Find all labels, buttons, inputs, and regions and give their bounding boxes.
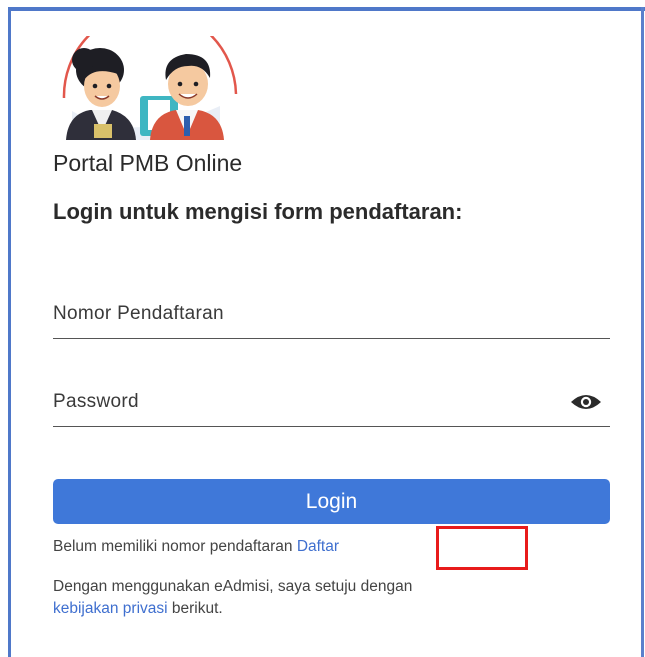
window-frame-right [641,7,644,657]
privacy-policy-link[interactable]: kebijakan privasi [53,600,168,617]
password-input[interactable] [53,382,553,422]
register-link[interactable]: Daftar [297,538,339,555]
register-prompt-text: Belum memiliki nomor pendaftaran [53,538,293,555]
register-link-highlight [436,526,528,570]
form-instruction: Login untuk mengisi form pendaftaran: [53,199,463,224]
consent-statement: Dengan menggunakan eAdmisi, saya setuju … [53,578,413,595]
password-field [53,382,610,427]
window-frame-top [8,7,645,11]
window-frame-left [8,7,11,657]
eye-icon[interactable] [570,392,602,412]
mascot-logo-icon [62,36,238,140]
login-button[interactable]: Login [53,479,610,524]
register-prompt-line: Belum memiliki nomor pendaftaran Daftar [53,538,339,556]
page-title: Portal PMB Online [53,150,243,176]
registration-number-input[interactable] [53,294,553,334]
registration-number-field [53,294,610,339]
consent-text: Dengan menggunakan eAdmisi, saya setuju … [53,576,543,620]
consent-suffix: berikut. [171,600,223,617]
